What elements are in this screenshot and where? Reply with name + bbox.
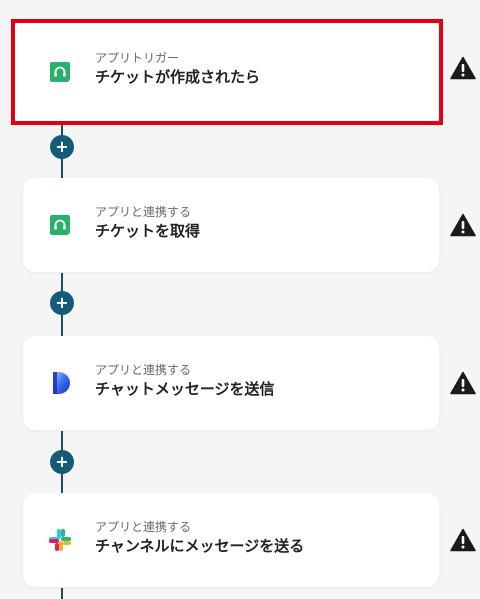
warning-icon[interactable]: [450, 213, 476, 237]
flow-connector: [61, 588, 63, 599]
step-type-label: アプリトリガー: [95, 51, 180, 65]
flow-step-card-trigger[interactable]: アプリトリガー チケットが作成されたら: [11, 19, 443, 125]
step-title: チャンネルにメッセージを送る: [95, 537, 305, 555]
flow-step-card[interactable]: アプリと連携する チケットを取得: [23, 178, 439, 272]
slack-icon: [48, 528, 72, 552]
headset-app-icon: [48, 213, 72, 237]
headset-app-icon: [48, 60, 72, 84]
add-step-button[interactable]: +: [50, 135, 74, 159]
step-type-label: アプリと連携する: [95, 363, 192, 377]
step-title: チケットが作成されたら: [95, 68, 261, 86]
step-title: チケットを取得: [95, 222, 201, 240]
warning-icon[interactable]: [450, 371, 476, 395]
step-type-label: アプリと連携する: [95, 205, 192, 219]
step-title: チャットメッセージを送信: [95, 380, 275, 398]
flow-step-card[interactable]: アプリと連携する チャットメッセージを送信: [23, 336, 439, 430]
add-step-button[interactable]: +: [50, 291, 74, 315]
flow-step-card[interactable]: アプリと連携する チャンネルにメッセージを送る: [23, 493, 439, 587]
d-app-icon: [48, 371, 72, 395]
add-step-button[interactable]: +: [50, 450, 74, 474]
step-type-label: アプリと連携する: [95, 520, 192, 534]
warning-icon[interactable]: [450, 528, 476, 552]
warning-icon[interactable]: [450, 56, 476, 80]
